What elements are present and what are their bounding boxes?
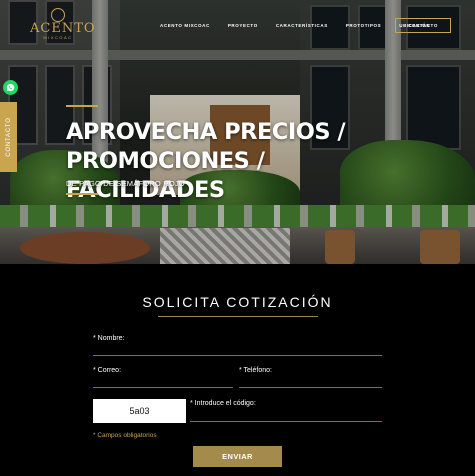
nav-item-acento-mixcoac[interactable]: ACENTO MIXCOAC (160, 23, 210, 28)
name-label: * Nombre: (93, 335, 125, 342)
form-title: SOLICITA COTIZACIÓN (142, 294, 333, 310)
captcha-image: 5a03 (93, 399, 186, 423)
phone-label: * Teléfono: (239, 367, 272, 374)
hero-subtitle: DE PAGO DE SEMÁFORO ROJO (66, 179, 185, 188)
quote-form: SOLICITA COTIZACIÓN * Nombre: * Correo: … (0, 264, 475, 476)
required-note: * Campos obligatorios (93, 432, 157, 439)
nav-item-caracteristicas[interactable]: CARACTERÍSTICAS (276, 23, 328, 28)
whatsapp-icon[interactable] (3, 80, 18, 95)
submit-button[interactable]: ENVIAR (193, 446, 282, 467)
hero-accent-line (66, 193, 98, 195)
contact-side-tab[interactable]: CONTACTO (0, 102, 17, 172)
name-field[interactable] (93, 355, 382, 356)
side-tab-label: CONTACTO (5, 117, 12, 157)
site-logo[interactable]: ACENTO MIXCOAC (30, 8, 96, 40)
logo-name: ACENTO (30, 21, 96, 36)
phone-field[interactable] (239, 387, 382, 388)
email-field[interactable] (93, 387, 233, 388)
hero-title: APROVECHA PRECIOS / PROMOCIONES / FACILI… (66, 118, 386, 205)
form-title-divider (158, 316, 318, 317)
contact-button[interactable]: CONTACTO (395, 18, 451, 33)
hero-title-line2: PROMOCIONES / FACILIDADES (66, 148, 265, 203)
nav-item-prototipos[interactable]: PROTOTIPOS (346, 23, 381, 28)
captcha-code-field[interactable] (190, 421, 382, 422)
hero-title-line1: APROVECHA PRECIOS / (66, 119, 346, 145)
logo-ring-icon (51, 8, 65, 22)
hero-accent-line (66, 105, 98, 107)
email-label: * Correo: (93, 367, 122, 374)
nav-item-proyecto[interactable]: PROYECTO (228, 23, 258, 28)
code-label: * Introduce el código: (190, 400, 256, 407)
